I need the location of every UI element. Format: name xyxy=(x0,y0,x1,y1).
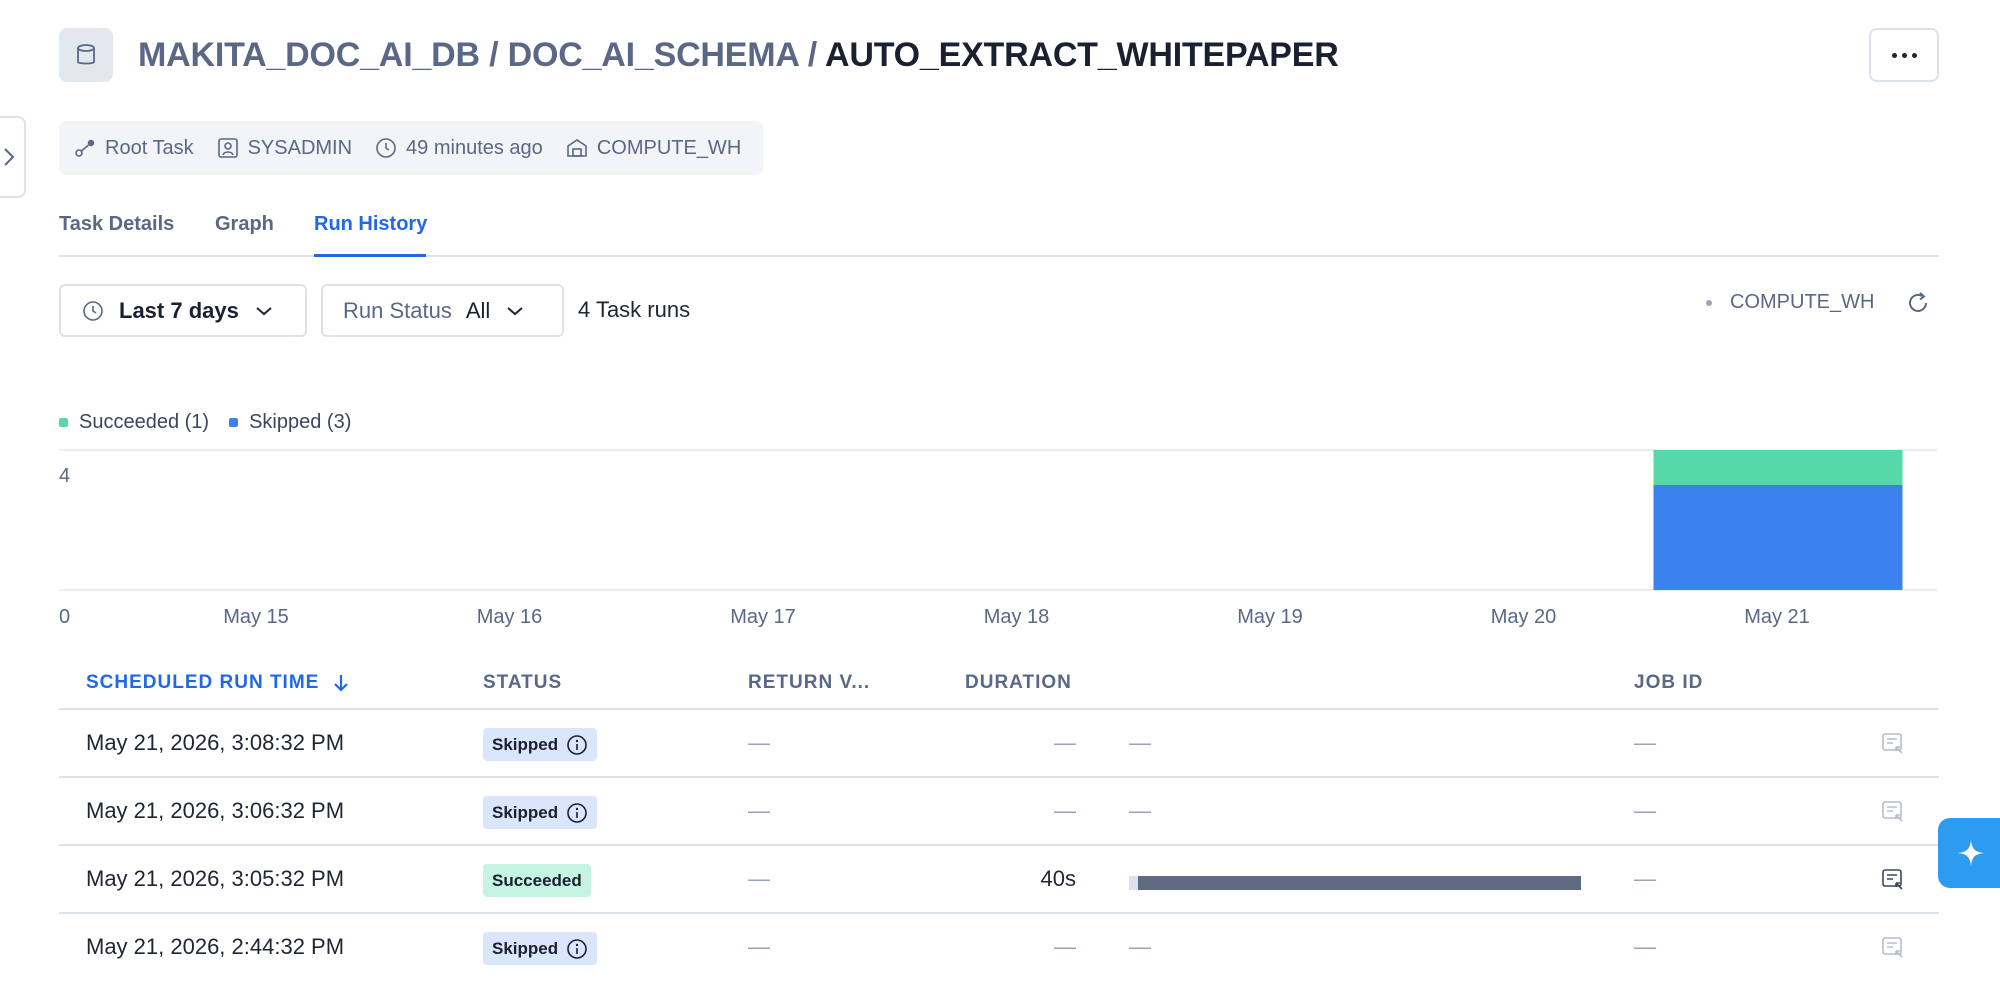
bar-skipped xyxy=(1653,485,1903,590)
duration-value: — xyxy=(1054,934,1076,959)
duration-timeline xyxy=(1129,876,1581,890)
x-tick-label: May 20 xyxy=(1491,606,1557,628)
status-badge: Succeeded xyxy=(483,864,591,897)
bar-succeeded xyxy=(1653,450,1903,485)
duration-cell: 40s xyxy=(976,846,1076,914)
table-row[interactable]: May 21, 2026, 3:06:32 PM Skipped — — — — xyxy=(59,778,1939,846)
run-history-table: SCHEDULED RUN TIME STATUS RETURN V... DU… xyxy=(59,660,1939,982)
table-row[interactable]: May 21, 2026, 2:44:32 PM Skipped — — — — xyxy=(59,914,1939,982)
duration-cell: — xyxy=(976,710,1076,778)
return-value: — xyxy=(748,798,770,823)
table-row[interactable]: May 21, 2026, 3:08:32 PM Skipped — — — — xyxy=(59,710,1939,778)
view-query-icon[interactable] xyxy=(1880,934,1906,960)
job-id: — xyxy=(1634,866,1656,891)
column-header-job-id[interactable]: JOB ID xyxy=(1634,672,1703,694)
ai-assistant-button[interactable] xyxy=(1938,818,2000,888)
execution-bar xyxy=(1138,876,1581,890)
status-badge: Skipped xyxy=(483,796,598,829)
sparkle-icon xyxy=(1958,840,1984,866)
job-id: — xyxy=(1634,934,1656,959)
view-query-icon[interactable] xyxy=(1880,798,1906,824)
duration-cell: — xyxy=(976,914,1076,982)
queued-segment xyxy=(1129,876,1138,890)
column-header-label: SCHEDULED RUN TIME xyxy=(86,672,320,693)
column-header-return-value[interactable]: RETURN V... xyxy=(748,672,870,694)
scheduled-run-time: May 21, 2026, 3:05:32 PM xyxy=(86,866,345,891)
column-header-scheduled-run-time[interactable]: SCHEDULED RUN TIME xyxy=(86,672,349,694)
view-query-icon[interactable] xyxy=(1880,866,1906,892)
view-query-icon[interactable] xyxy=(1880,730,1906,756)
return-value: — xyxy=(748,730,770,755)
x-tick-label: May 18 xyxy=(984,606,1050,628)
status-label: Skipped xyxy=(492,802,559,822)
x-tick-label: May 15 xyxy=(223,606,289,628)
info-icon[interactable] xyxy=(566,938,588,960)
duration-timeline: — xyxy=(1129,798,1151,823)
scheduled-run-time: May 21, 2026, 2:44:32 PM xyxy=(86,934,345,959)
status-label: Skipped xyxy=(492,938,559,958)
duration-value: 40s xyxy=(1040,866,1076,891)
status-label: Succeeded xyxy=(492,870,582,890)
status-label: Skipped xyxy=(492,734,559,754)
duration-value: — xyxy=(1054,798,1076,823)
info-icon[interactable] xyxy=(566,734,588,756)
job-id: — xyxy=(1634,730,1656,755)
info-icon[interactable] xyxy=(566,802,588,824)
table-row[interactable]: May 21, 2026, 3:05:32 PM Succeeded — 40s… xyxy=(59,846,1939,914)
job-id: — xyxy=(1634,798,1656,823)
duration-value: — xyxy=(1054,730,1076,755)
x-tick-label: May 19 xyxy=(1237,606,1303,628)
status-badge: Skipped xyxy=(483,728,598,761)
duration-timeline: — xyxy=(1129,934,1151,959)
return-value: — xyxy=(748,934,770,959)
return-value: — xyxy=(748,866,770,891)
duration-timeline: — xyxy=(1129,730,1151,755)
scheduled-run-time: May 21, 2026, 3:06:32 PM xyxy=(86,798,345,823)
y-tick-label: 4 xyxy=(59,465,70,487)
run-history-chart: 4 0 May 15 May 16 May 17 May 18 May 19 May 20 Ma… xyxy=(59,449,1937,628)
column-header-status[interactable]: STATUS xyxy=(483,672,562,694)
y-tick-label: 0 xyxy=(59,606,70,628)
status-badge: Skipped xyxy=(483,932,598,965)
x-tick-label: May 17 xyxy=(730,606,796,628)
duration-cell: — xyxy=(976,778,1076,846)
table-header: SCHEDULED RUN TIME STATUS RETURN V... DU… xyxy=(59,660,1939,710)
scheduled-run-time: May 21, 2026, 3:08:32 PM xyxy=(86,730,345,755)
column-header-duration[interactable]: DURATION xyxy=(965,672,1072,694)
x-tick-label: May 16 xyxy=(477,606,543,628)
sort-descending-icon xyxy=(334,675,349,692)
x-tick-label: May 21 xyxy=(1744,606,1810,628)
